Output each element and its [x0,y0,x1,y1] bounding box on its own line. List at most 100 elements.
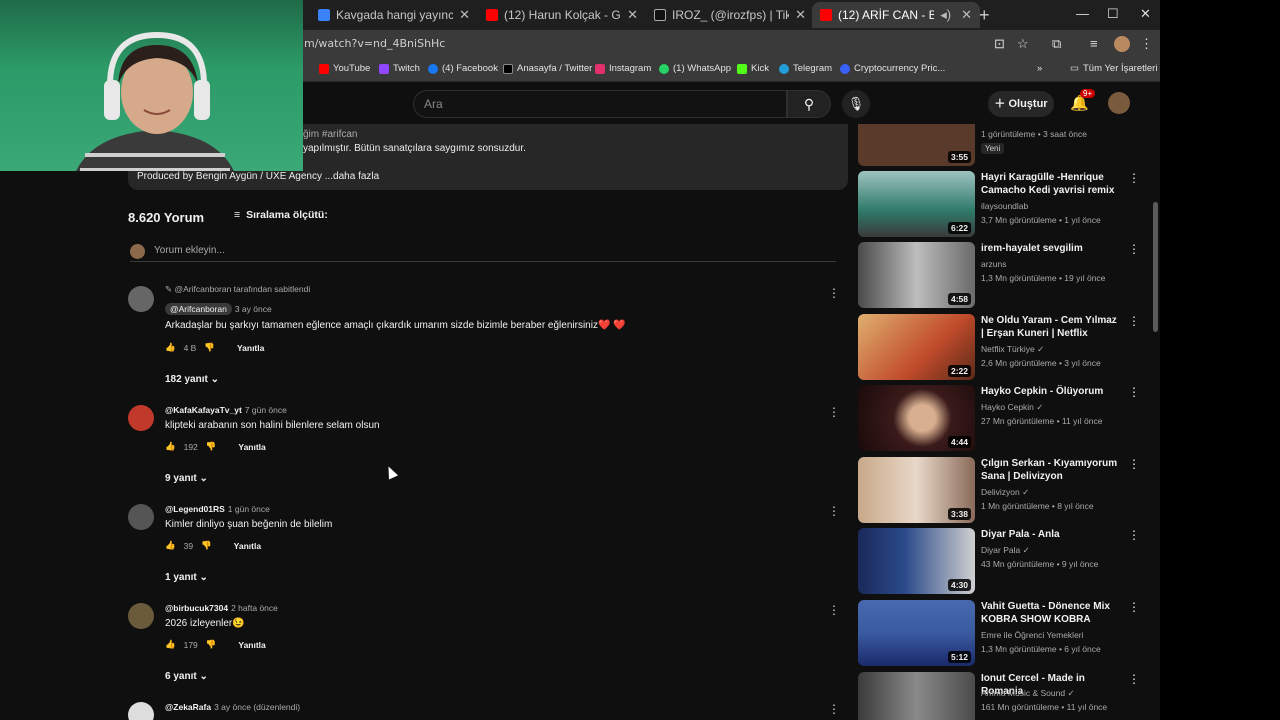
more-icon[interactable]: ⋮ [1128,672,1140,686]
browser-tab-active[interactable]: (12) ARİF CAN - BEBEĞİM (◂) ✕ [812,2,980,28]
replies-toggle[interactable]: 6 yanıt ⌄ [165,671,208,682]
scrollbar-thumb[interactable] [1153,202,1158,332]
more-icon[interactable]: ⋮ [1128,314,1140,328]
avatar[interactable] [128,405,154,431]
video-thumbnail[interactable]: 4:44 [858,385,975,451]
video-channel[interactable]: Delivizyon ✓ [981,487,1029,498]
create-button[interactable]: ＋ Oluştur [988,91,1054,117]
bookmark-crypto[interactable]: Cryptocurrency Pric... [840,63,945,74]
video-title[interactable]: Hayri Karagülle -Henrique Camacho Kedi y… [981,171,1121,198]
related-video[interactable]: 4:58 irem-hayalet sevgilim arzuns 1,3 Mn… [858,242,1148,308]
video-thumbnail[interactable] [858,672,975,720]
close-icon[interactable]: ✕ [627,7,638,23]
replies-toggle[interactable]: 9 yanıt ⌄ [165,473,208,484]
more-icon[interactable]: ⋮ [828,702,840,716]
more-icon[interactable]: ⋮ [1128,385,1140,399]
search-icon[interactable]: ⚲ [787,90,831,118]
bookmark-telegram[interactable]: Telegram [779,63,832,74]
video-title[interactable]: Diyar Pala - Anla [981,528,1121,541]
more-icon[interactable]: ⋮ [1128,171,1140,185]
video-thumbnail[interactable]: 6:22 [858,171,975,237]
video-channel[interactable]: Diyar Pala ✓ [981,545,1030,556]
avatar[interactable] [128,603,154,629]
reply-button[interactable]: Yanıtla [238,442,265,452]
related-video[interactable]: 3:55 1 görüntüleme • 3 saat önce Yeni [858,124,1148,166]
profile-avatar[interactable] [1114,36,1130,52]
video-channel[interactable]: Amma Music & Sound ✓ [981,688,1075,699]
video-title[interactable]: Ne Oldu Yaram - Cem Yılmaz | Erşan Kuner… [981,314,1121,340]
comment-author[interactable]: @Legend01RS [165,504,225,514]
more-icon[interactable]: ⋮ [828,504,840,518]
replies-toggle[interactable]: 182 yanıt ⌄ [165,374,219,385]
install-icon[interactable]: ⊡ [994,36,1005,52]
video-thumbnail[interactable]: 3:38 [858,457,975,523]
user-avatar[interactable] [1108,92,1130,114]
avatar[interactable] [128,702,154,720]
video-thumbnail[interactable]: 4:58 [858,242,975,308]
reply-button[interactable]: Yanıtla [237,343,264,353]
more-icon[interactable]: ⋮ [828,286,840,300]
url-field[interactable]: m/watch?v=nd_4BniShHc [300,33,980,55]
video-channel[interactable]: Hayko Cepkin ✓ [981,402,1043,413]
more-icon[interactable]: ⋮ [1128,242,1140,256]
browser-tab[interactable]: IROZ_ (@irozfps) | TikTok ✕ [646,2,814,28]
window-close-button[interactable]: ✕ [1140,6,1151,22]
microphone-icon[interactable]: 🎙 [842,90,870,118]
bookmark-whatsapp[interactable]: (1) WhatsApp [659,63,731,74]
comment-time[interactable]: 7 gün önce [245,405,287,415]
replies-toggle[interactable]: 1 yanıt ⌄ [165,572,208,583]
close-icon[interactable]: ✕ [961,7,972,23]
dislike-icon[interactable]: 👎 [201,540,212,551]
avatar[interactable] [128,504,154,530]
related-video[interactable]: Ionut Cercel - Made in Romania Amma Musi… [858,672,1148,720]
bookmark-twitch[interactable]: Twitch [379,63,420,74]
video-thumbnail[interactable]: 3:55 [858,124,975,166]
comment-author[interactable]: @ZekaRafa [165,702,211,712]
browser-tab[interactable]: (12) Harun Kolçak - Gir Kanıma ✕ [478,2,646,28]
related-video[interactable]: 3:38 Çılgın Serkan - Kıyamıyorum Sana | … [858,457,1148,523]
related-video[interactable]: 5:12 Vahit Guetta - Dönence Mix KOBRA SH… [858,600,1148,666]
comment-time[interactable]: 3 ay önce [235,304,272,314]
more-bookmarks-icon[interactable]: » [1037,63,1042,74]
new-tab-button[interactable]: + [979,5,990,26]
related-video[interactable]: 4:30 Diyar Pala - Anla Diyar Pala ✓ 43 M… [858,528,1148,594]
comment-author[interactable]: @birbucuk7304 [165,603,228,613]
menu-icon[interactable]: ⋮ [1140,36,1153,52]
related-video[interactable]: 4:44 Hayko Cepkin - Ölüyorum Hayko Cepki… [858,385,1148,451]
video-thumbnail[interactable]: 4:30 [858,528,975,594]
like-icon[interactable]: 👍 [165,540,176,551]
reply-button[interactable]: Yanıtla [234,541,261,551]
audio-icon[interactable]: ◂) [940,7,951,23]
video-thumbnail[interactable]: 5:12 [858,600,975,666]
more-icon[interactable]: ⋮ [828,603,840,617]
close-icon[interactable]: ✕ [459,7,470,23]
page-scrollbar[interactable] [1151,82,1160,720]
bookmark-youtube[interactable]: YouTube [319,63,370,74]
avatar[interactable] [128,286,154,312]
more-icon[interactable]: ⋮ [1128,600,1140,614]
like-icon[interactable]: 👍 [165,342,176,353]
comment-author[interactable]: @Arifcanboran [165,303,232,315]
add-comment-input[interactable]: Yorum ekleyin... [130,244,836,262]
close-icon[interactable]: ✕ [795,7,806,23]
video-thumbnail[interactable]: 2:22 [858,314,975,380]
comment-time[interactable]: 1 gün önce [228,504,270,514]
video-title[interactable]: Vahit Guetta - Dönence Mix KOBRA SHOW KO… [981,600,1121,627]
video-channel[interactable]: ilaysoundlab [981,201,1028,211]
comment-time[interactable]: 2 hafta önce [231,603,278,613]
bookmark-twitter[interactable]: Anasayfa / Twitter [503,63,592,74]
dislike-icon[interactable]: 👎 [206,441,217,452]
sort-button[interactable]: ≡ Sıralama ölçütü: [234,209,328,221]
video-title[interactable]: irem-hayalet sevgilim [981,242,1121,255]
video-channel[interactable]: Netflix Türkiye ✓ [981,344,1044,355]
dislike-icon[interactable]: 👎 [206,639,217,650]
star-icon[interactable]: ☆ [1017,36,1029,52]
like-icon[interactable]: 👍 [165,639,176,650]
video-title[interactable]: Çılgın Serkan - Kıyamıyorum Sana | Deliv… [981,457,1121,483]
more-icon[interactable]: ⋮ [828,405,840,419]
video-title[interactable]: Hayko Cepkin - Ölüyorum [981,385,1121,398]
bookmark-facebook[interactable]: (4) Facebook [428,63,498,74]
comment-author[interactable]: @KafaKafayaTv_yt [165,405,242,415]
like-icon[interactable]: 👍 [165,441,176,452]
dislike-icon[interactable]: 👎 [204,342,215,353]
